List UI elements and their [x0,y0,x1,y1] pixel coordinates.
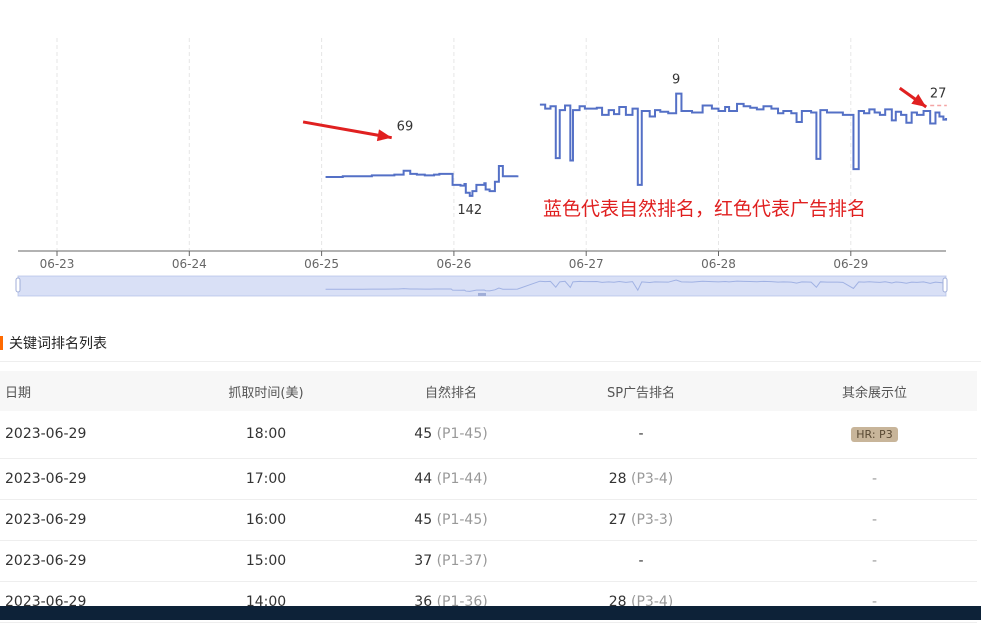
date-value: 2023-06-29 [5,470,87,487]
cell-date: 2023-06-29 [0,540,140,582]
cell-time: 15:00 [140,540,392,582]
x-tick-label: 06-27 [569,257,604,271]
section-title: 关键词排名列表 [9,336,107,352]
natural-rank-page: (P1-45) [436,511,488,528]
table-header-row: 日期 抓取时间(美) 自然排名 SP广告排名 其余展示位 [0,371,977,411]
natural-rank-value: 45 [414,511,433,528]
annotation-arrow-head [376,129,392,142]
cell-date: 2023-06-29 [0,458,140,500]
cell-date: 2023-06-29 [0,411,140,459]
placement-badge: HR: P3 [851,427,898,443]
x-tick-label: 06-26 [436,257,471,271]
range-move-handle[interactable] [478,293,486,296]
time-value: 17:00 [245,470,287,487]
table-row: 2023-06-29 16:00 45 (P1-45) 27 (P3-3) - [0,499,977,541]
cell-time: 18:00 [140,411,392,459]
cell-other-placements: - [772,540,977,582]
natural-rank-line [325,92,948,197]
natural-rank-page: (P1-45) [436,426,488,443]
cell-sp-rank: - [510,540,772,582]
cell-time: 16:00 [140,499,392,541]
natural-rank-page: (P1-44) [436,470,488,487]
accent-bar [0,336,3,350]
cell-natural-rank: 37 (P1-37) [392,540,510,582]
sp-rank-value: 27 [608,511,627,528]
date-value: 2023-06-29 [5,511,87,528]
data-label: 27 [930,86,947,101]
cell-natural-rank: 45 (P1-45) [392,411,510,459]
date-value: 2023-06-29 [5,426,87,443]
natural-rank-value: 44 [414,470,433,487]
header-date[interactable]: 日期 [0,371,140,411]
cell-natural-rank: 44 (P1-44) [392,458,510,500]
natural-rank-value: 45 [414,426,433,443]
time-value: 18:00 [245,426,287,443]
cell-natural-rank: 45 (P1-45) [392,499,510,541]
sp-rank-value: - [638,426,644,443]
natural-rank-page: (P1-37) [436,552,488,569]
header-natural-rank[interactable]: 自然排名 [392,371,510,411]
header-sp-rank[interactable]: SP广告排名 [510,371,772,411]
header-fetch-time[interactable]: 抓取时间(美) [140,371,392,411]
time-value: 16:00 [245,511,287,528]
cell-date: 2023-06-29 [0,499,140,541]
sp-rank-value: 28 [608,470,627,487]
cell-sp-rank: 27 (P3-3) [510,499,772,541]
x-tick-label: 06-25 [304,257,339,271]
cell-sp-rank: - [510,411,772,459]
range-end-handle[interactable] [942,277,948,293]
data-label: 9 [672,72,680,87]
header-other-placements[interactable]: 其余展示位 [772,371,977,411]
keyword-rank-table: 日期 抓取时间(美) 自然排名 SP广告排名 其余展示位 2023-06-29 1… [0,371,977,623]
x-tick-label: 06-24 [172,257,207,271]
cell-time: 17:00 [140,458,392,500]
cell-sp-rank: 28 (P3-4) [510,458,772,500]
cell-other-placements: - [772,458,977,500]
bottom-bar [0,606,981,620]
data-label: 142 [457,203,482,218]
placement-value: - [871,511,878,528]
x-tick-label: 06-29 [833,257,868,271]
date-value: 2023-06-29 [5,552,87,569]
cell-other-placements: - [772,499,977,541]
data-label: 69 [397,119,414,134]
cell-other-placements: HR: P3 [772,411,977,459]
placement-value: - [871,552,878,569]
annotation-text: 蓝色代表自然排名，红色代表广告排名 [543,198,866,220]
time-value: 15:00 [245,552,287,569]
range-start-handle[interactable] [15,277,21,293]
ad-rank-line [930,104,947,107]
annotation-arrow-head [911,93,927,108]
natural-rank-value: 37 [414,552,433,569]
table-row: 2023-06-29 15:00 37 (P1-37) - - [0,540,977,582]
sp-rank-value: - [638,552,644,569]
x-tick-label: 06-23 [40,257,75,271]
placement-value: - [871,470,878,487]
sp-rank-page: (P3-4) [631,470,674,487]
divider [0,361,981,362]
section-header: 关键词排名列表 [0,333,107,353]
sp-rank-page: (P3-3) [631,511,674,528]
table-row: 2023-06-29 17:00 44 (P1-44) 28 (P3-4) - [0,458,977,500]
table-row: 2023-06-29 18:00 45 (P1-45) - HR: P3 [0,411,977,459]
x-tick-label: 06-28 [701,257,736,271]
rank-chart: 06-23 06-24 06-25 06-26 06-27 06-28 06-29 69 142… [15,38,948,297]
